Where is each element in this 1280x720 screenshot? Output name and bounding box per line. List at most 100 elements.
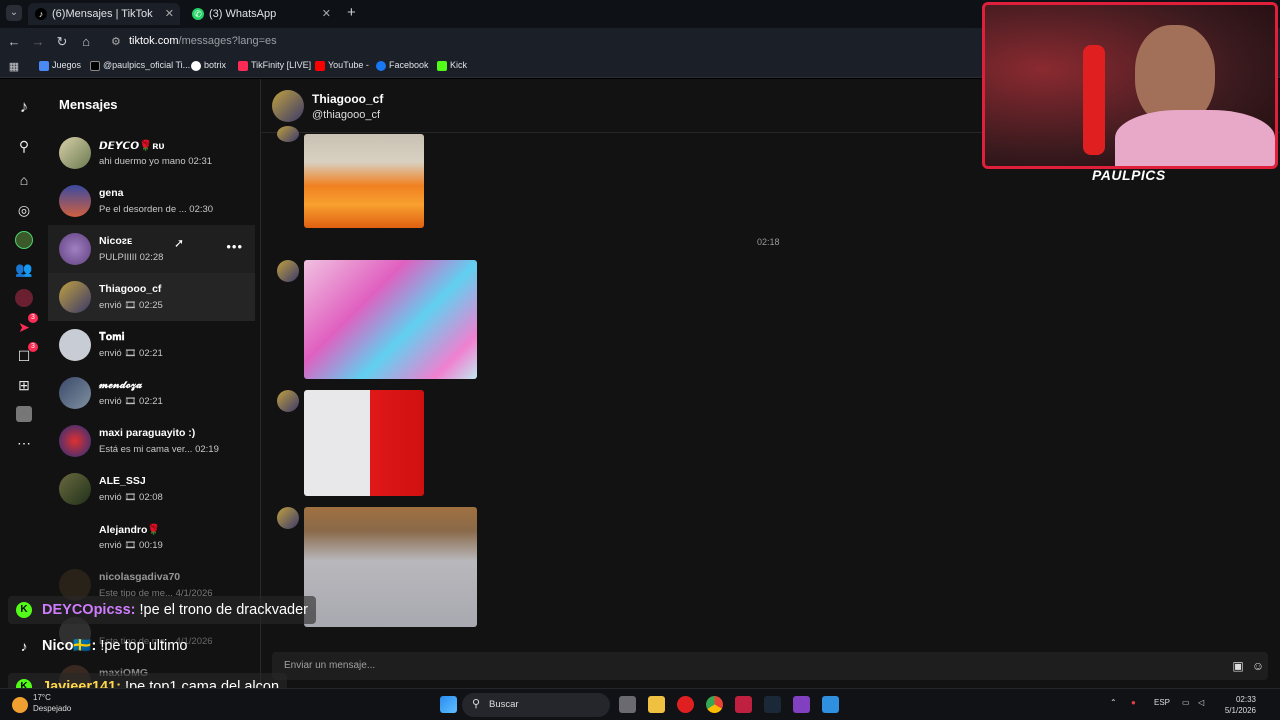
activity-icon[interactable]: ➤ 3 bbox=[14, 313, 38, 337]
more-options-icon[interactable]: ••• bbox=[226, 239, 243, 254]
weather-widget[interactable]: 17°C Despejado bbox=[33, 692, 71, 714]
bookmark-paulpics[interactable]: @paulpics_oficial Ti... bbox=[90, 60, 190, 71]
avatar[interactable] bbox=[272, 90, 304, 122]
task-view-icon[interactable] bbox=[619, 696, 636, 713]
site-info-icon[interactable]: ⚙ bbox=[111, 35, 121, 48]
bookmark-youtube[interactable]: YouTube - bbox=[315, 60, 369, 71]
conversation-item[interactable]: maxi paraguayito :) Está es mi cama ver.… bbox=[48, 417, 255, 465]
network-icon[interactable]: ▭ bbox=[1182, 698, 1190, 707]
conversation-item[interactable]: gena Pe el desorden de ... 02:30 bbox=[48, 177, 255, 225]
whatsapp-icon: ✆ bbox=[192, 8, 204, 20]
new-tab-button[interactable]: + bbox=[347, 4, 356, 21]
start-icon[interactable] bbox=[440, 696, 457, 713]
webcam-feed bbox=[982, 2, 1278, 169]
notepad-icon[interactable] bbox=[822, 696, 839, 713]
bookmark-botrix[interactable]: botrix bbox=[191, 60, 226, 71]
bookmark-juegos[interactable]: Juegos bbox=[39, 60, 81, 71]
conversation-item[interactable]: 𝓶𝓮𝓷𝓭𝓸𝔃𝓪 envió 🎞 02:21 bbox=[48, 369, 255, 417]
sender-avatar bbox=[277, 260, 299, 282]
streamer-shirt bbox=[1115, 110, 1275, 166]
taskbar-search[interactable]: ⚲ Buscar bbox=[462, 693, 610, 717]
message-image[interactable] bbox=[304, 134, 424, 228]
home-icon[interactable]: ⌂ bbox=[78, 34, 94, 50]
forward-icon[interactable]: → bbox=[30, 34, 46, 50]
search-icon[interactable]: ⚲ bbox=[14, 136, 34, 156]
tab-search-icon[interactable]: ⌄ bbox=[6, 5, 22, 21]
message-image[interactable] bbox=[304, 260, 477, 379]
tray-chevron-icon[interactable]: ⌃ bbox=[1110, 698, 1117, 707]
messages-badge: 3 bbox=[28, 342, 38, 352]
conversation-preview: envió 🎞 02:21 bbox=[99, 396, 163, 407]
profile-avatar-icon[interactable] bbox=[14, 404, 34, 424]
conversation-item[interactable]: Alejandro🌹 envió 🎞 00:19 bbox=[48, 513, 255, 561]
emoji-icon[interactable]: ☺ bbox=[1250, 658, 1266, 674]
bookmark-facebook[interactable]: Facebook bbox=[376, 60, 429, 71]
tab-whatsapp[interactable]: ✆ (3) WhatsApp ✕ bbox=[185, 3, 337, 25]
overlay-message: !pe top ultimo bbox=[96, 638, 188, 654]
weather-text: Despejado bbox=[33, 704, 72, 713]
tab-label: (3) WhatsApp bbox=[209, 8, 277, 20]
avatar bbox=[59, 377, 91, 409]
bookmark-kick[interactable]: Kick bbox=[437, 60, 467, 71]
avatar bbox=[59, 137, 91, 169]
voicemeeter-icon[interactable] bbox=[735, 696, 752, 713]
clock[interactable]: 02:33 5/1/2026 bbox=[1216, 694, 1256, 716]
botrix-icon bbox=[191, 61, 201, 71]
conversation-name: Nicoᴤᴇ bbox=[99, 235, 133, 247]
reload-icon[interactable]: ↻ bbox=[54, 34, 70, 50]
steam-icon[interactable] bbox=[764, 696, 781, 713]
upload-icon[interactable]: ⊞ bbox=[14, 375, 34, 395]
message-image[interactable] bbox=[304, 507, 477, 627]
app-icon[interactable] bbox=[793, 696, 810, 713]
back-icon[interactable]: ← bbox=[6, 34, 22, 50]
microphone-image bbox=[1083, 45, 1105, 155]
chrome-icon[interactable] bbox=[706, 696, 723, 713]
conversation-name: gena bbox=[99, 187, 124, 199]
image-upload-icon[interactable]: ▣ bbox=[1230, 658, 1246, 674]
close-icon[interactable]: ✕ bbox=[165, 3, 174, 25]
conversation-name: ALE_SSJ bbox=[99, 475, 146, 487]
url-input[interactable]: ⚙ tiktok.com/messages?lang=es bbox=[103, 31, 983, 53]
conversation-name: nicolasgadiva70 bbox=[99, 571, 181, 583]
live-avatar-icon[interactable] bbox=[14, 230, 34, 250]
tab-tiktok[interactable]: ♪ (6)Mensajes | TikTok ✕ bbox=[28, 3, 180, 25]
home-icon[interactable]: ⌂ bbox=[14, 170, 34, 190]
message-image[interactable] bbox=[304, 390, 424, 496]
conversation-preview: envió 🎞 02:08 bbox=[99, 492, 163, 503]
media-app-icon[interactable] bbox=[677, 696, 694, 713]
conversation-item[interactable]: 𝘿𝙀𝙔𝘾𝙊🌹ʀᴜ ahi duermo yo mano 02:31 bbox=[48, 129, 255, 177]
weather-icon[interactable] bbox=[12, 697, 28, 713]
conversation-preview: Pe el desorden de ... 02:30 bbox=[99, 204, 214, 215]
friends-avatar-icon[interactable] bbox=[14, 288, 34, 308]
messages-icon[interactable]: ☐ 3 bbox=[14, 342, 38, 366]
following-icon[interactable]: 👥 bbox=[14, 259, 34, 279]
chat-handle[interactable]: @thiagooo_cf bbox=[312, 109, 380, 121]
file-explorer-icon[interactable] bbox=[648, 696, 665, 713]
bookmark-tikfinity[interactable]: TikFinity [LIVE] bbox=[238, 60, 311, 71]
conversation-item[interactable]: ALE_SSJ envió 🎞 02:08 bbox=[48, 465, 255, 513]
tiktok-logo-icon[interactable]: ♪ bbox=[14, 97, 34, 117]
close-icon[interactable]: ✕ bbox=[322, 3, 331, 25]
conversation-item[interactable]: 𝐓𝐨𝐦𝐢 envió 🎞 02:21 bbox=[48, 321, 255, 369]
kick-icon: K bbox=[16, 602, 32, 618]
conversation-preview: Está es mi cama ver... 02:19 bbox=[99, 444, 219, 455]
conversation-name: 𝘿𝙀𝙔𝘾𝙊🌹ʀᴜ bbox=[99, 140, 165, 152]
mouse-cursor-icon: ➚ bbox=[174, 236, 185, 250]
chat-name[interactable]: Thiagooo_cf bbox=[312, 92, 383, 106]
weather-temp: 17°C bbox=[33, 693, 51, 702]
conversation-item[interactable]: Thiagooo_cf envió 🎞 02:25 bbox=[48, 273, 255, 321]
bookmark-label: YouTube - bbox=[328, 60, 369, 70]
search-icon: ⚲ bbox=[472, 698, 481, 710]
volume-icon[interactable]: ◁ bbox=[1198, 698, 1204, 707]
apps-grid-icon[interactable]: ▦ bbox=[6, 59, 22, 75]
more-icon[interactable]: ⋯ bbox=[14, 433, 34, 453]
avatar bbox=[59, 233, 91, 265]
kick-icon bbox=[437, 61, 447, 71]
message-input[interactable]: Enviar un mensaje... ▣ ☺ bbox=[272, 652, 1268, 680]
conversation-item[interactable]: Nicoᴤᴇ PULPIIIII 02:28 ••• ➚ bbox=[48, 225, 255, 273]
microphone-icon[interactable]: ● bbox=[1131, 698, 1136, 707]
conversation-name: maxi paraguayito :) bbox=[99, 427, 196, 439]
sender-avatar bbox=[277, 390, 299, 412]
explore-icon[interactable]: ◎ bbox=[14, 200, 34, 220]
language-indicator[interactable]: ESP bbox=[1154, 698, 1170, 707]
